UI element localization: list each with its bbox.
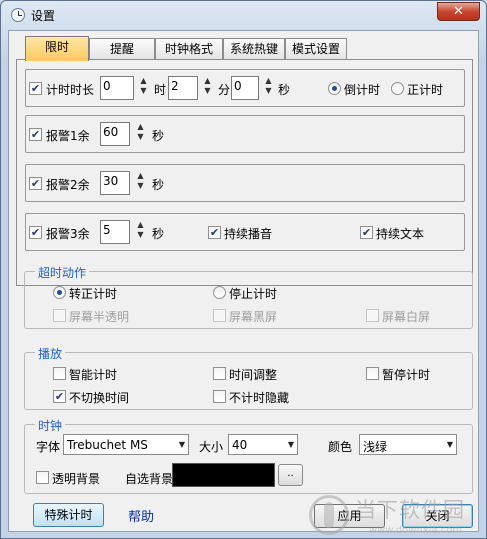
size-select-value: 40 [232,438,248,452]
font-select-value: Trebuchet MS [67,438,148,452]
time-adjust-label: 时间调整 [229,368,278,382]
color-label: 颜色 [328,440,353,454]
semi-transparent-label: 屏幕半透明 [69,310,130,324]
alarm3-spinner[interactable]: ▲ ▼ [135,220,146,244]
stop-timer-label: 停止计时 [229,287,278,301]
alarm3-unit: 秒 [152,227,165,241]
alarm1-checkbox[interactable] [29,128,42,141]
hide-when-idle-checkbox[interactable] [213,390,226,403]
countup-label: 正计时 [407,83,444,97]
black-screen-label: 屏幕黑屏 [229,310,278,324]
timeout-action-group: 超时动作 转正计时 停止计时 屏幕半透明 屏幕黑屏 屏幕白屏 [24,264,473,329]
alarm1-spinner[interactable]: ▲ ▼ [135,122,146,146]
watermark-logo-icon [309,495,349,535]
countdown-label: 倒计时 [344,83,381,97]
no-switch-time-checkbox[interactable] [53,390,66,403]
hide-when-idle-label: 不计时隐藏 [229,391,290,405]
pause-timing-checkbox[interactable] [366,367,379,380]
clock-group-title: 时钟 [35,417,66,434]
switch-to-countup-label: 转正计时 [69,287,118,301]
stop-timer-radio[interactable] [213,286,226,299]
alarm2-box: 报警2余 30 ▲▼ 秒 [25,164,465,202]
continuous-sound-checkbox[interactable] [208,226,221,239]
countup-radio[interactable] [391,82,404,95]
alarm2-unit: 秒 [152,178,165,192]
window-close-button[interactable]: ✕ [437,2,480,21]
alarm2-spinner[interactable]: ▲ ▼ [135,171,146,195]
alarm1-box: 报警1余 60 ▲▼ 秒 [25,115,465,153]
font-select[interactable]: Trebuchet MS [63,434,189,455]
continuous-sound-label: 持续播音 [224,227,273,241]
clock-group: 时钟 字体 Trebuchet MS 大小 40 颜色 浅绿 透明背景 自选背景… [24,417,473,494]
clock-icon [11,8,25,22]
browse-bg-button[interactable]: .. [278,464,303,486]
play-options-group: 播放 智能计时 时间调整 暂停计时 不切换时间 不计时隐藏 [24,345,473,410]
window-title: 设置 [31,9,56,23]
custom-bg-color-swatch[interactable] [172,463,275,487]
size-select[interactable]: 40 [228,434,298,455]
timer-duration-box: 计时时长 0 ▲▼ 时 2 ▲▼ 分 0 ▲▼ 秒 倒计时 正计时 [25,69,465,107]
color-select-value: 浅绿 [363,440,388,454]
alarm1-seconds-input[interactable]: 60 [100,122,130,146]
minutes-spinner[interactable]: ▲ ▼ [202,76,213,100]
watermark-text: 当下软件园 [355,498,465,522]
alarm1-unit: 秒 [152,129,165,143]
color-select[interactable]: 浅绿 [359,434,457,455]
alarm2-seconds-input[interactable]: 30 [100,171,130,195]
alarm3-checkbox[interactable] [29,226,42,239]
white-screen-label: 屏幕白屏 [382,310,431,324]
hours-spinner[interactable]: ▲ ▼ [138,76,149,100]
size-label: 大小 [199,440,224,454]
alarm1-label: 报警1余 [46,129,90,143]
no-switch-time-label: 不切换时间 [69,391,130,405]
hours-unit: 时 [154,83,167,97]
semi-transparent-checkbox[interactable] [53,309,66,322]
play-options-title: 播放 [35,345,66,362]
white-screen-checkbox[interactable] [366,309,379,322]
continuous-text-checkbox[interactable] [360,226,373,239]
countdown-radio[interactable] [328,82,341,95]
pause-timing-label: 暂停计时 [382,368,431,382]
tab-time-limit[interactable]: 限时 [25,36,89,61]
smart-timing-label: 智能计时 [69,368,118,382]
continuous-text-label: 持续文本 [376,227,425,241]
minutes-unit: 分 [218,83,231,97]
seconds-input[interactable]: 0 [231,76,259,100]
seconds-unit: 秒 [278,83,291,97]
tab-clock-format[interactable]: 时钟格式 [155,38,223,60]
watermark-url: www.downxia.com [369,525,463,536]
help-link[interactable]: 帮助 [128,506,154,525]
title-bar[interactable]: 设置 ✕ [1,1,486,29]
timer-duration-label: 计时时长 [46,83,95,97]
seconds-spinner[interactable]: ▲ ▼ [263,76,274,100]
alarm3-box: 报警3余 5 ▲▼ 秒 持续播音 持续文本 [25,213,465,251]
time-adjust-checkbox[interactable] [213,367,226,380]
alarm2-label: 报警2余 [46,178,90,192]
custom-bg-label: 自选背景 [125,472,174,486]
tab-mode-settings[interactable]: 模式设置 [285,38,347,60]
special-timing-button[interactable]: 特殊计时 [33,503,104,527]
close-icon: ✕ [453,4,464,19]
tab-system-hotkeys[interactable]: 系统热键 [223,38,285,60]
tab-reminder[interactable]: 提醒 [89,38,155,60]
timer-duration-checkbox[interactable] [29,82,42,95]
transparent-bg-label: 透明背景 [52,472,101,486]
transparent-bg-checkbox[interactable] [36,471,49,484]
switch-to-countup-radio[interactable] [53,286,66,299]
dialog-client-area: 限时 提醒 时钟格式 系统热键 模式设置 计时时长 0 ▲▼ 时 2 ▲▼ 分 … [8,30,479,536]
smart-timing-checkbox[interactable] [53,367,66,380]
alarm2-checkbox[interactable] [29,177,42,190]
timeout-action-title: 超时动作 [35,264,90,281]
font-label: 字体 [36,440,61,454]
time-limit-panel: 计时时长 0 ▲▼ 时 2 ▲▼ 分 0 ▲▼ 秒 倒计时 正计时 报警1余 6… [16,59,473,286]
alarm3-label: 报警3余 [46,227,90,241]
alarm3-seconds-input[interactable]: 5 [100,220,130,244]
minutes-input[interactable]: 2 [168,76,198,100]
black-screen-checkbox[interactable] [213,309,226,322]
hours-input[interactable]: 0 [100,76,134,100]
settings-window: 设置 ✕ 限时 提醒 时钟格式 系统热键 模式设置 计时时长 0 ▲▼ 时 2 … [0,0,487,539]
